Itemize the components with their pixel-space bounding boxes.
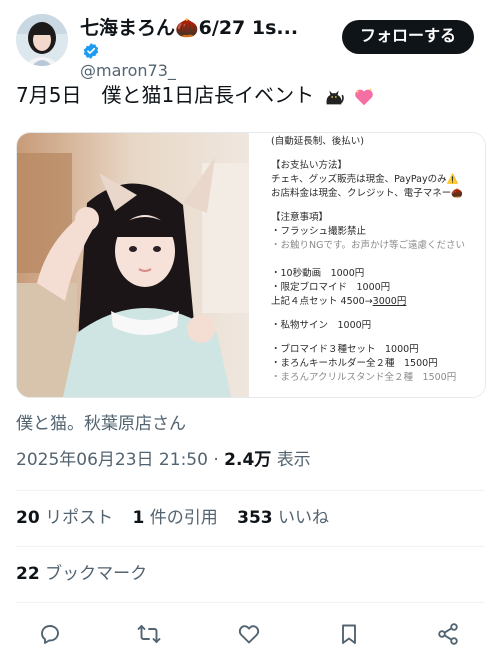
tweet-meta: 2025年06月23日 21:50 · 2.4万 表示 — [16, 448, 311, 472]
event-flyer[interactable]: (自動延長制、後払い) 【お支払い方法】 チェキ、グッズ販売は現金、PayPay… — [253, 133, 485, 397]
quotes-stat[interactable]: 1 件の引用 — [132, 506, 217, 530]
reply-button[interactable] — [34, 618, 66, 650]
tweet-detail-page: 七海まろん🌰6/27 1s... @maron73_ フォローする 7月5日 僕… — [0, 0, 500, 664]
reposts-stat[interactable]: 20 リポスト — [16, 506, 113, 530]
flyer-line: ・フラッシュ撮影禁止 — [271, 226, 367, 237]
divider — [16, 546, 484, 547]
reply-icon — [41, 625, 59, 644]
likes-count: 353 — [237, 508, 273, 528]
bookmark-button[interactable] — [333, 618, 365, 650]
tweet-body: 7月5日 僕と猫1日店長イベント — [16, 83, 315, 107]
likes-stat[interactable]: 353 いいね — [237, 506, 329, 530]
repost-icon — [137, 625, 161, 643]
tweet-text: 7月5日 僕と猫1日店長イベント — [16, 80, 484, 110]
bookmarks-stat[interactable]: 22 ブックマーク — [16, 562, 147, 586]
like-button[interactable] — [233, 618, 265, 650]
quotes-count: 1 — [132, 508, 145, 528]
verified-badge-icon — [83, 42, 99, 59]
flyer-line: ・限定ブロマイド 1000円 — [271, 282, 391, 293]
tweet-media[interactable]: (自動延長制、後払い) 【お支払い方法】 チェキ、グッズ販売は現金、PayPay… — [16, 132, 486, 398]
photo-image — [17, 133, 249, 397]
divider — [16, 602, 484, 603]
avatar-image — [16, 14, 68, 66]
flyer-line: ・お触りNGです。お声かけ等ご遠慮ください — [271, 240, 466, 251]
action-bar — [0, 614, 500, 654]
views-count: 2.4万 — [224, 450, 272, 470]
quotes-label: 件の引用 — [149, 508, 218, 528]
flyer-line: お店料金は現金、クレジット、電子マネー🌰 — [271, 188, 464, 199]
tweet-header: 七海まろん🌰6/27 1s... @maron73_ フォローする — [16, 14, 484, 80]
meta-separator: · — [213, 450, 219, 470]
engagement-stats: 20 リポスト 1 件の引用 353 いいね — [16, 506, 343, 530]
black-cat-emoji-icon — [326, 90, 344, 104]
bookmarks-count: 22 — [16, 564, 40, 584]
avatar[interactable] — [16, 14, 68, 66]
photo-cat-ear-girl[interactable] — [17, 133, 249, 397]
user-handle[interactable]: @maron73_ — [80, 60, 320, 82]
flyer-line: ・まろんキーホルダー全２種 1500円 — [271, 358, 438, 369]
flyer-bottom-section: ・10秒動画 1000円 ・限定ブロマイド 1000円 上記４点セット 4500… — [253, 263, 485, 397]
display-name[interactable]: 七海まろん🌰6/27 1s... — [80, 16, 298, 40]
flyer-line: チェキ、グッズ販売は現金、PayPayのみ⚠️ — [271, 174, 459, 185]
bookmark-icon — [342, 624, 356, 644]
share-button[interactable] — [432, 618, 464, 650]
reposts-label: リポスト — [45, 508, 114, 528]
flyer-top-section: (自動延長制、後払い) 【お支払い方法】 チェキ、グッズ販売は現金、PayPay… — [253, 133, 485, 259]
flyer-line: ・私物サイン 1000円 — [271, 320, 372, 331]
location-tag[interactable]: 僕と猫。秋葉原店さん — [16, 412, 186, 436]
share-icon — [438, 623, 458, 645]
timestamp[interactable]: 2025年06月23日 21:50 — [16, 450, 208, 470]
flyer-line: ・まろんアクリルスタンド全２種 1500円 — [271, 372, 457, 383]
bookmarks-label: ブックマーク — [45, 564, 148, 584]
views-label: 表示 — [276, 450, 311, 470]
sparkling-heart-emoji-icon — [355, 87, 373, 105]
flyer-line: 【注意事項】 — [271, 212, 329, 223]
flyer-line: 【お支払い方法】 — [271, 160, 348, 171]
divider — [16, 490, 484, 491]
likes-label: いいね — [278, 508, 330, 528]
flyer-line: 上記４点セット 4500→3000円 — [253, 295, 485, 309]
heart-icon — [238, 625, 260, 644]
flyer-line: ・10秒動画 1000円 — [271, 268, 365, 279]
flyer-line: (自動延長制、後払い) — [271, 136, 364, 147]
set-price-value: 3000円 — [372, 296, 407, 307]
flyer-line: ・ブロマイド３種セット 1000円 — [271, 344, 419, 355]
name-block: 七海まろん🌰6/27 1s... @maron73_ — [80, 16, 320, 80]
reposts-count: 20 — [16, 508, 40, 528]
follow-button[interactable]: フォローする — [341, 20, 474, 54]
set-price-label: 上記４点セット 4500→ — [271, 296, 373, 307]
repost-button[interactable] — [133, 618, 165, 650]
